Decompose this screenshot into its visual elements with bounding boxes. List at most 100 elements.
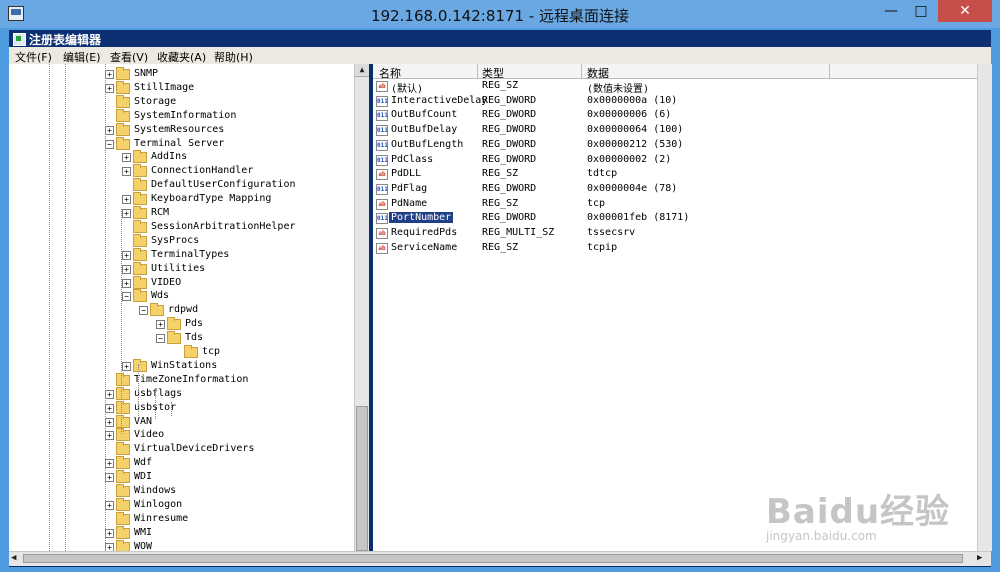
dword-value-icon: 011: [376, 110, 388, 122]
collapse-icon[interactable]: −: [122, 292, 131, 302]
folder-icon: [133, 358, 147, 372]
tree-vertical-scrollbar[interactable]: ▲: [354, 64, 369, 551]
tree-item-label: Video: [134, 429, 165, 441]
scroll-up-arrow-icon[interactable]: ▲: [355, 64, 369, 77]
tree-item-label: StillImage: [134, 81, 195, 93]
maximize-button[interactable]: □: [908, 0, 934, 22]
list-row[interactable]: 011 OutBufDelay REG_DWORD 0x00000064 (100): [373, 124, 977, 138]
tree-item-label: ConnectionHandler: [151, 165, 254, 177]
tree-guide-line: [171, 402, 173, 416]
tree-item-label: Utilities: [151, 262, 206, 274]
list-row[interactable]: 011 OutBufLength REG_DWORD 0x00000212 (530): [373, 139, 977, 153]
remote-desktop-titlebar[interactable]: 192.168.0.142:8171 - 远程桌面连接 — □ ✕: [0, 0, 1000, 28]
value-data: 0x00000212 (530): [587, 138, 684, 150]
collapse-icon[interactable]: −: [156, 334, 165, 344]
folder-icon: [133, 219, 147, 233]
value-type: REG_DWORD: [482, 153, 537, 165]
folder-icon: [133, 150, 147, 164]
tree-item-label: Tds: [185, 332, 204, 344]
menu-view[interactable]: 查看(V): [110, 49, 148, 65]
horizontal-scrollbar[interactable]: ◀ ▶: [9, 551, 991, 566]
expand-icon[interactable]: +: [122, 209, 131, 218]
folder-icon: [116, 136, 130, 150]
folder-icon: [116, 80, 130, 94]
value-name: PdFlag: [391, 182, 428, 194]
tree-item-label: TimeZoneInformation: [134, 373, 249, 385]
value-name: OutBufCount: [391, 109, 458, 121]
list-header: 名称 类型 数据: [373, 64, 977, 81]
tree-item-label: WOW: [134, 540, 153, 551]
string-value-icon: ab: [376, 228, 388, 239]
collapse-icon[interactable]: −: [139, 306, 148, 316]
horizontal-scroll-thumb[interactable]: [23, 554, 963, 563]
menu-help[interactable]: 帮助(H): [214, 49, 253, 65]
folder-icon: [116, 372, 130, 386]
dword-value-icon: 011: [376, 139, 388, 151]
expand-icon[interactable]: +: [122, 264, 131, 274]
value-data: tcp: [587, 197, 606, 209]
dword-value-icon: 011: [376, 125, 388, 137]
regedit-titlebar[interactable]: 注册表编辑器: [9, 30, 991, 47]
expand-icon[interactable]: +: [122, 167, 131, 177]
column-header-type[interactable]: 类型: [482, 65, 504, 81]
expand-icon[interactable]: +: [122, 278, 131, 288]
tree-item-label: RCM: [151, 207, 170, 218]
dword-value-icon: 011: [376, 183, 388, 195]
expand-icon[interactable]: +: [122, 361, 131, 371]
column-separator[interactable]: [829, 64, 830, 78]
tree-item-label: Windows: [134, 485, 177, 496]
folder-icon: [116, 442, 130, 456]
list-row[interactable]: 011 PdClass REG_DWORD 0x00000002 (2): [373, 154, 977, 168]
close-button[interactable]: ✕: [938, 0, 992, 22]
column-header-name[interactable]: 名称: [379, 65, 401, 81]
list-row[interactable]: 011 PdFlag REG_DWORD 0x0000004e (78): [373, 183, 977, 197]
tree-guide-line: [65, 64, 67, 551]
tree-guide-line: [49, 64, 51, 551]
scroll-left-arrow-icon[interactable]: ◀: [11, 553, 16, 563]
column-separator[interactable]: [477, 64, 478, 78]
menu-favorites[interactable]: 收藏夹(A): [157, 49, 206, 65]
expand-icon[interactable]: +: [122, 195, 131, 205]
list-row[interactable]: 011 OutBufCount REG_DWORD 0x00000006 (6): [373, 109, 977, 123]
value-name: ServiceName: [391, 241, 458, 253]
tree-item-label: Winlogon: [134, 498, 183, 510]
registry-tree[interactable]: + SNMP + StillImage Storage SystemInformation…: [9, 64, 368, 551]
tree-item-label: SysProcs: [151, 234, 200, 246]
value-data: (数值未设置): [587, 84, 650, 95]
column-header-data[interactable]: 数据: [587, 65, 609, 81]
value-name: RequiredPds: [391, 227, 458, 238]
regedit-title: 注册表编辑器: [29, 33, 102, 47]
dword-value-icon: 011: [376, 154, 388, 166]
column-separator[interactable]: [581, 64, 582, 78]
minimize-button[interactable]: —: [878, 0, 904, 22]
list-row[interactable]: ab ServiceName REG_SZ tcpip: [373, 242, 977, 256]
list-row[interactable]: ab (默认) REG_SZ (数值未设置): [373, 80, 977, 95]
folder-icon: [116, 511, 130, 525]
expand-icon[interactable]: +: [156, 320, 165, 330]
expand-icon[interactable]: +: [122, 153, 131, 163]
value-data: 0x00001feb (8171): [587, 212, 690, 224]
value-name: OutBufLength: [391, 138, 464, 150]
list-row-selected[interactable]: 011 PortNumber REG_DWORD 0x00001feb (8171): [373, 212, 977, 226]
tree-item-label: TerminalTypes: [151, 248, 230, 260]
menu-file[interactable]: 文件(F): [15, 49, 52, 65]
values-list[interactable]: 名称 类型 数据 ab (默认) REG_SZ (数值未设置) 011 Interacti…: [373, 64, 977, 551]
folder-icon: [133, 275, 147, 289]
value-type: REG_DWORD: [482, 182, 537, 194]
list-row[interactable]: ab RequiredPds REG_MULTI_SZ tssecsrv: [373, 227, 977, 241]
scroll-right-arrow-icon[interactable]: ▶: [977, 553, 982, 563]
value-type: REG_SZ: [482, 168, 519, 180]
value-type: REG_MULTI_SZ: [482, 227, 555, 238]
folder-icon: [116, 67, 130, 80]
list-row[interactable]: ab PdName REG_SZ tcp: [373, 198, 977, 212]
menu-edit[interactable]: 编辑(E): [63, 49, 101, 65]
expand-icon[interactable]: +: [122, 250, 131, 260]
list-row[interactable]: 011 InteractiveDelay REG_DWORD 0x0000000a (…: [373, 95, 977, 109]
folder-icon: [116, 525, 130, 539]
tree-scroll-thumb[interactable]: [356, 406, 368, 551]
tree-item-label: SystemResources: [134, 123, 225, 135]
list-row[interactable]: ab PdDLL REG_SZ tdtcp: [373, 168, 977, 182]
tree-item-label: VIDEO: [151, 276, 182, 288]
list-vertical-scrollbar[interactable]: [977, 64, 992, 551]
value-type: REG_SZ: [482, 80, 519, 91]
